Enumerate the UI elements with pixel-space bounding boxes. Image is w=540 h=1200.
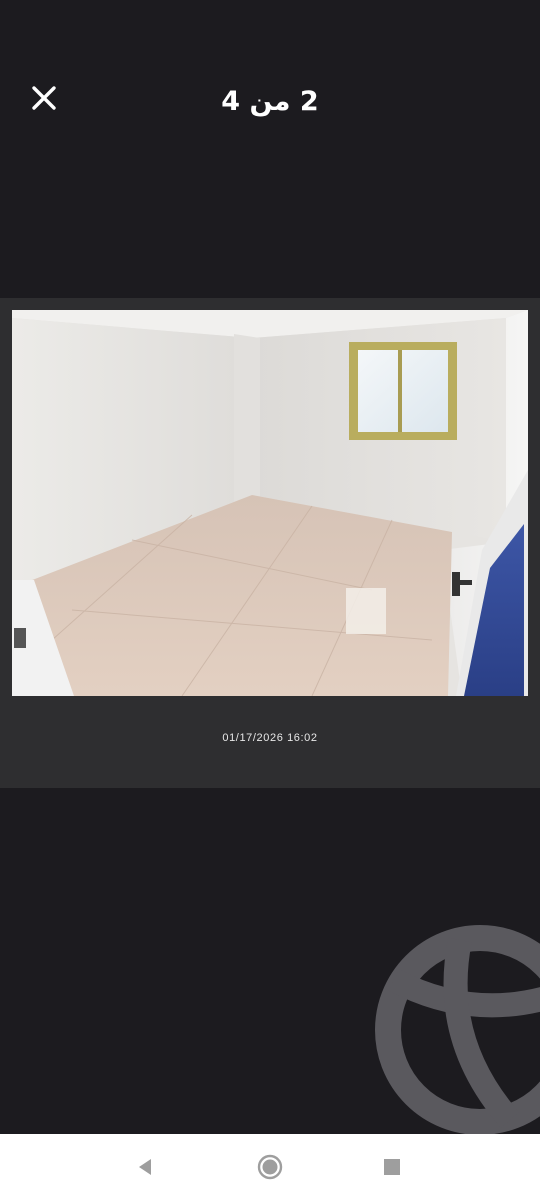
globe-watermark-icon	[370, 920, 540, 1140]
top-bar: 2 من 4	[0, 0, 540, 200]
image-viewer-screen: 2 من 4 01/17/2026 16:02	[0, 0, 540, 1200]
close-button[interactable]	[24, 78, 64, 118]
nav-recents-button[interactable]	[372, 1147, 412, 1187]
back-triangle-icon	[139, 1159, 151, 1175]
home-circle-icon	[257, 1154, 283, 1180]
system-nav-bar	[0, 1134, 540, 1200]
recents-square-icon	[384, 1159, 400, 1175]
image-counter: 2 من 4	[221, 86, 319, 117]
nav-home-button[interactable]	[250, 1147, 290, 1187]
nav-back-button[interactable]	[126, 1147, 166, 1187]
room-photo-image	[12, 310, 528, 696]
photo-timestamp: 01/17/2026 16:02	[222, 732, 318, 744]
close-icon	[32, 86, 56, 110]
photo-card: 01/17/2026 16:02	[0, 298, 540, 788]
room-photo[interactable]	[12, 310, 528, 696]
